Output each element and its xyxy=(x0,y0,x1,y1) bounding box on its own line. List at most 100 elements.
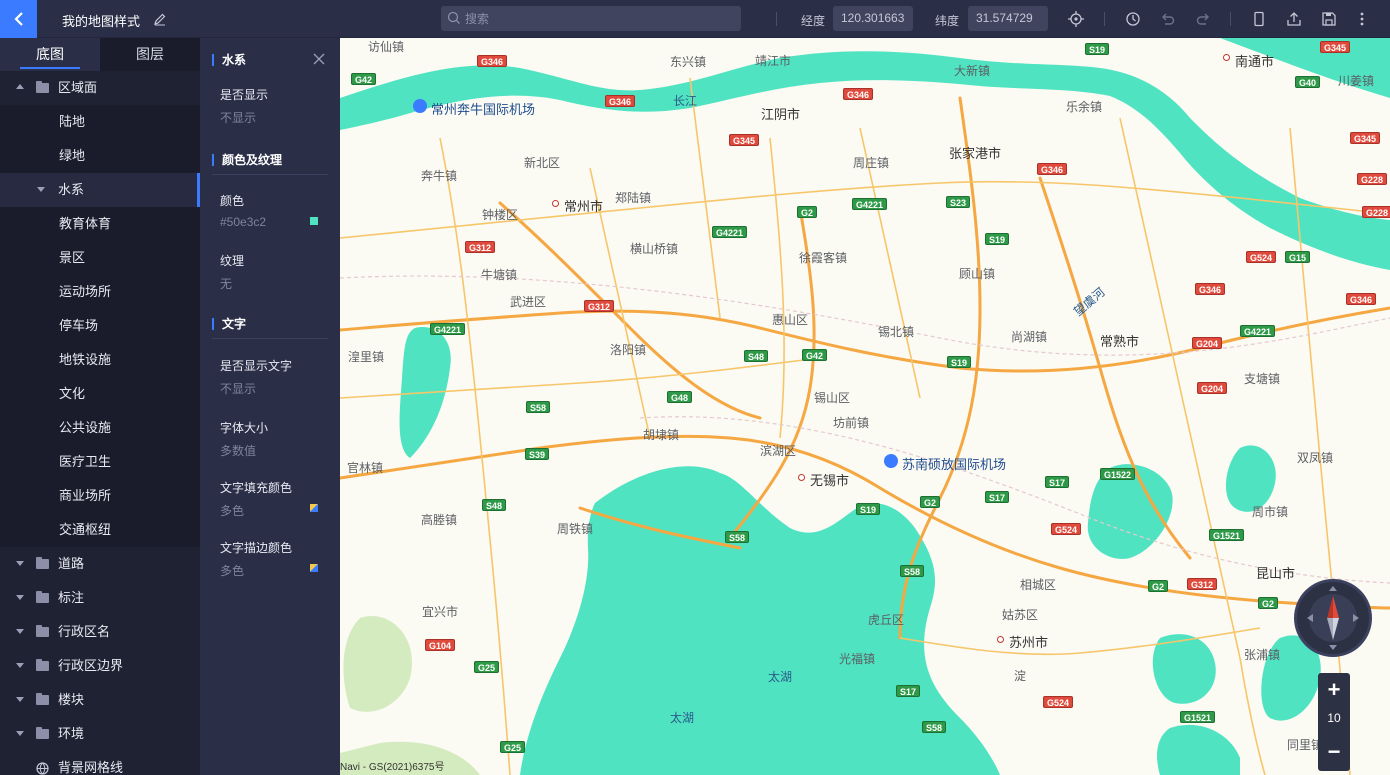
tree-group-label: 环境 xyxy=(58,726,85,741)
search-box[interactable] xyxy=(441,6,741,31)
place-label: 锡北镇 xyxy=(878,325,915,339)
place-label: 惠山区 xyxy=(772,313,809,327)
tree-item-culture[interactable]: 文化 xyxy=(0,377,200,411)
tree-item-parking[interactable]: 停车场 xyxy=(0,309,200,343)
tree-item-label: 水系 xyxy=(58,182,85,197)
tab-basemap[interactable]: 底图 xyxy=(0,38,100,71)
text-stroke-color-swatch[interactable] xyxy=(310,564,318,572)
place-label: 太湖 xyxy=(768,670,793,684)
show-text-value[interactable]: 不显示 xyxy=(220,380,256,397)
redo-icon[interactable] xyxy=(1194,10,1212,28)
place-label: 宜兴市 xyxy=(422,605,459,619)
place-label: 周庄镇 xyxy=(853,156,890,170)
longitude-label: 经度 xyxy=(801,14,826,28)
route-shield: G312 xyxy=(1187,578,1218,590)
share-icon[interactable] xyxy=(1285,10,1303,28)
tab-layers[interactable]: 图层 xyxy=(100,38,200,71)
tree-item-land[interactable]: 陆地 xyxy=(0,105,200,139)
route-shield: G346 xyxy=(1037,163,1068,175)
tree-item-public[interactable]: 公共设施 xyxy=(0,411,200,445)
place-label: 郑陆镇 xyxy=(615,191,652,205)
tree-group-labels[interactable]: 标注 xyxy=(0,581,200,615)
tree-group-roads[interactable]: 道路 xyxy=(0,547,200,581)
tree-group-label: 区域面 xyxy=(58,80,98,95)
place-label: 徐霞客镇 xyxy=(799,251,848,265)
place-label: 坊前镇 xyxy=(833,416,870,430)
route-shield: G2 xyxy=(920,496,941,508)
tree-group-buildings[interactable]: 楼块 xyxy=(0,683,200,717)
tree-group-grid[interactable]: 背景网格线 xyxy=(0,751,200,775)
tree-item-medical[interactable]: 医疗卫生 xyxy=(0,445,200,479)
locate-icon[interactable] xyxy=(1067,10,1085,28)
route-shield: G104 xyxy=(425,639,456,651)
route-shield: G346 xyxy=(605,95,636,107)
route-shield: G312 xyxy=(584,300,615,312)
close-icon[interactable] xyxy=(312,52,326,66)
tree-item-commerce[interactable]: 商业场所 xyxy=(0,479,200,513)
text-section-heading: 文字 xyxy=(212,318,246,330)
place-label: 靖江市 xyxy=(755,54,792,68)
map-canvas[interactable]: 访仙镇 东兴镇 靖江市 大新镇 南通市 川姜镇 常州奔牛国际机场 长江 江阴市 … xyxy=(340,38,1390,775)
color-section-heading: 颜色及纹理 xyxy=(212,154,282,166)
zoom-control: + 10 − xyxy=(1318,673,1350,771)
more-icon[interactable] xyxy=(1353,10,1371,28)
tree-group-admin-names[interactable]: 行政区名 xyxy=(0,615,200,649)
color-swatch[interactable] xyxy=(310,217,318,225)
texture-value[interactable]: 无 xyxy=(220,275,232,292)
tree-item-education[interactable]: 教育体育 xyxy=(0,207,200,241)
tree-item-green[interactable]: 绿地 xyxy=(0,139,200,173)
place-label: 常熟市 xyxy=(1100,334,1140,349)
place-label: 长江 xyxy=(673,94,698,108)
tree-item-water[interactable]: 水系 xyxy=(0,173,200,207)
route-shield: G15 xyxy=(1285,251,1311,263)
phone-preview-icon[interactable] xyxy=(1250,10,1268,28)
undo-icon[interactable] xyxy=(1159,10,1177,28)
caret-down-icon xyxy=(16,731,24,736)
route-shield: G204 xyxy=(1192,337,1223,349)
latitude-label: 纬度 xyxy=(935,14,960,28)
caret-down-icon xyxy=(16,663,24,668)
zoom-out-button[interactable]: − xyxy=(1318,737,1350,767)
place-label: 尚湖镇 xyxy=(1011,330,1048,344)
tree-item-sports[interactable]: 运动场所 xyxy=(0,275,200,309)
airport-icon xyxy=(884,454,898,468)
font-size-value[interactable]: 多数值 xyxy=(220,442,256,459)
longitude-value[interactable]: 120.301663 xyxy=(833,6,913,31)
route-shield: S19 xyxy=(1085,43,1110,55)
caret-down-icon xyxy=(16,629,24,634)
zoom-in-button[interactable]: + xyxy=(1318,675,1350,705)
text-fill-color-value[interactable]: 多色 xyxy=(220,502,244,519)
search-input[interactable] xyxy=(465,6,735,31)
latitude-value[interactable]: 31.574729 xyxy=(968,6,1048,31)
tree-group-environment[interactable]: 环境 xyxy=(0,717,200,751)
text-stroke-color-value[interactable]: 多色 xyxy=(220,562,244,579)
visible-value[interactable]: 不显示 xyxy=(220,109,256,126)
lake-southeast xyxy=(1157,724,1240,775)
route-shield: G4221 xyxy=(1240,325,1276,337)
tree-item-subway[interactable]: 地铁设施 xyxy=(0,343,200,377)
tree-item-scenic[interactable]: 景区 xyxy=(0,241,200,275)
route-shield: S58 xyxy=(725,531,750,543)
route-shield: G204 xyxy=(1197,382,1228,394)
route-shield: G524 xyxy=(1246,251,1277,263)
city-dot xyxy=(997,636,1004,643)
color-value[interactable]: #50e3c2 xyxy=(220,215,266,229)
place-label: 双凤镇 xyxy=(1297,451,1334,465)
back-button[interactable] xyxy=(0,0,37,38)
compass-control[interactable] xyxy=(1294,579,1372,657)
place-label: 姑苏区 xyxy=(1002,608,1039,622)
route-shield: G42 xyxy=(351,73,377,85)
history-icon[interactable] xyxy=(1124,10,1142,28)
route-shield: G25 xyxy=(500,741,526,753)
route-shield: G2 xyxy=(1258,597,1279,609)
tree-group-admin-borders[interactable]: 行政区边界 xyxy=(0,649,200,683)
edit-title-icon[interactable] xyxy=(153,12,167,26)
save-icon[interactable] xyxy=(1320,10,1338,28)
panel-title: 水系 xyxy=(212,54,246,66)
tree-item-transit[interactable]: 交通枢纽 xyxy=(0,513,200,547)
tree-group-region[interactable]: 区域面 xyxy=(0,71,200,105)
tree-group-label: 行政区名 xyxy=(58,624,111,639)
text-fill-color-swatch[interactable] xyxy=(310,504,318,512)
compass-icon xyxy=(1307,586,1359,650)
place-label: 乐余镇 xyxy=(1066,100,1103,114)
